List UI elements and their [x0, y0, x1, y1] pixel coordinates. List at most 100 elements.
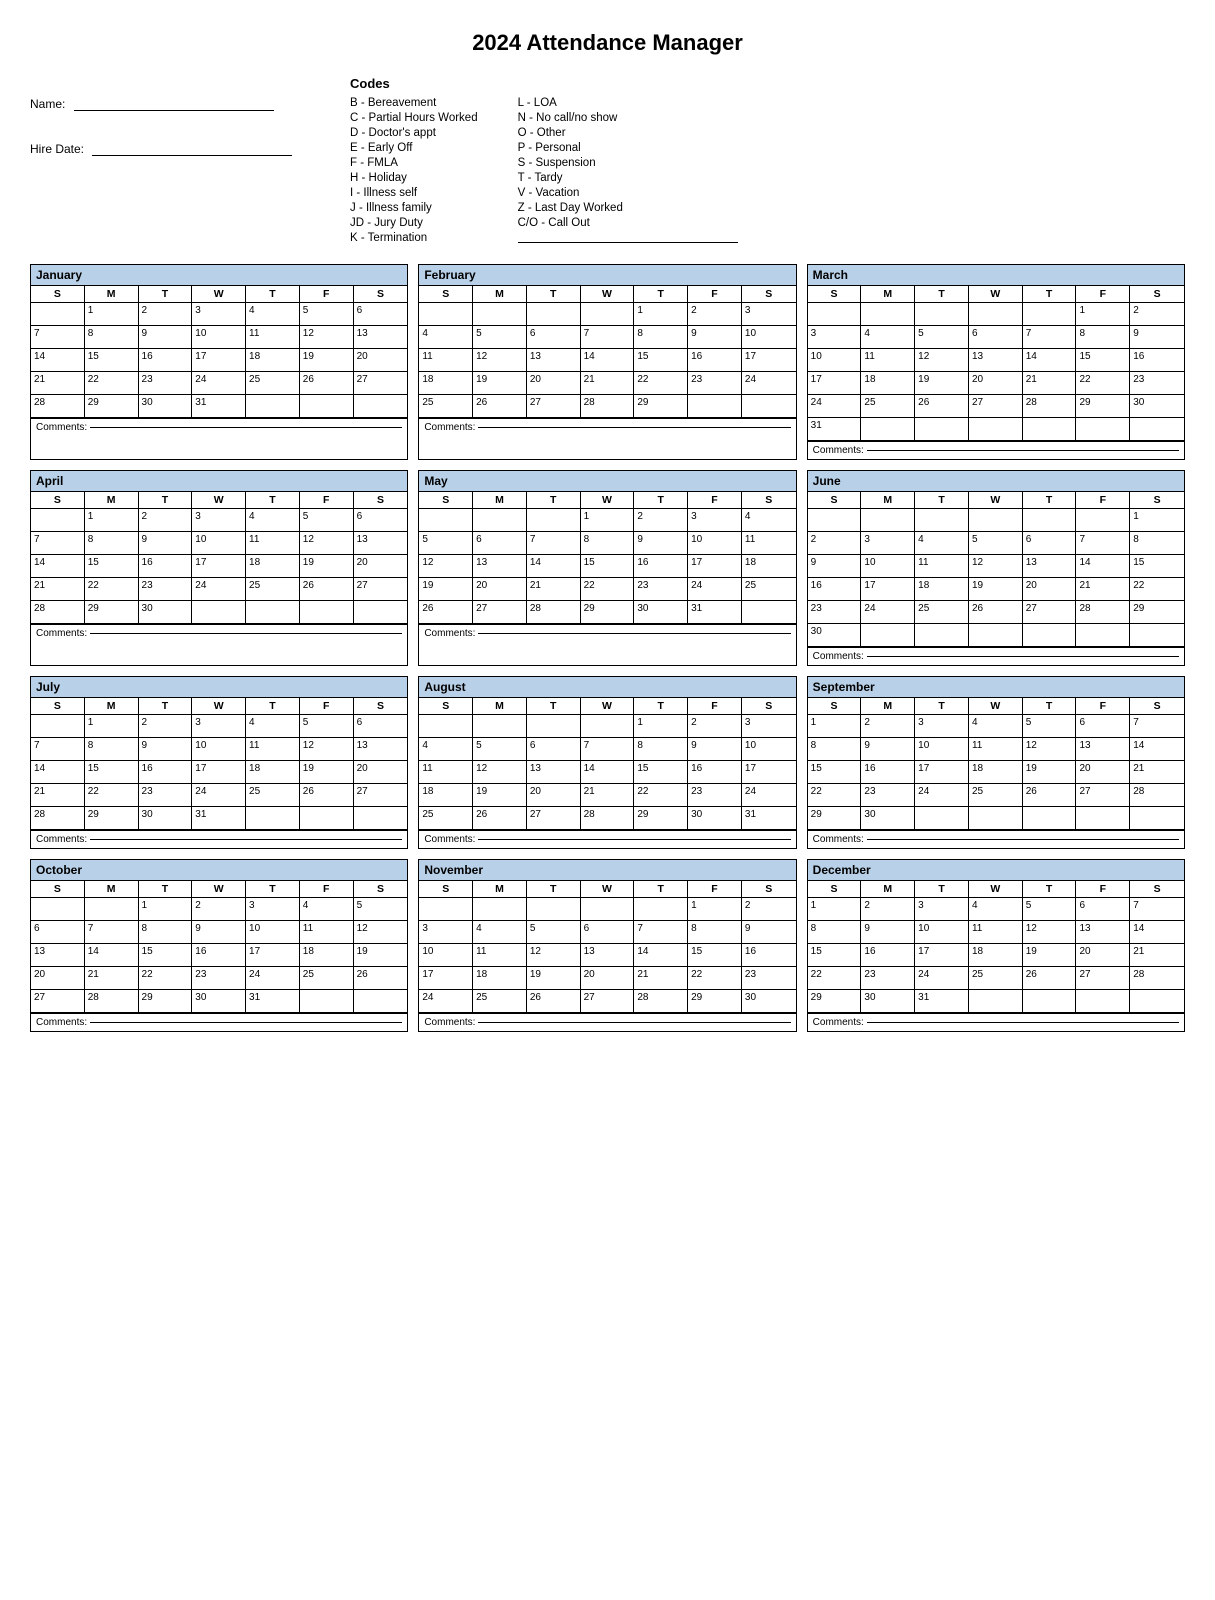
calendar-month-header: April: [31, 471, 407, 492]
comments-label: Comments:: [36, 422, 87, 433]
calendar-week-row: 14151617181920: [31, 555, 407, 578]
calendar-day-cell: 10: [192, 532, 246, 554]
calendar-day-cell: 14: [1130, 921, 1184, 943]
calendar-day-cell: [300, 395, 354, 417]
code-item: O - Other: [518, 127, 738, 139]
calendar-day-cell: 15: [808, 761, 862, 783]
calendar-day-cell: [246, 601, 300, 623]
calendar-day-cell: 29: [808, 990, 862, 1012]
calendar-day-cell: 19: [473, 372, 527, 394]
calendar-day-cell: 29: [85, 395, 139, 417]
calendar-day-cell: 5: [354, 898, 408, 920]
calendar-day-cell: 19: [473, 784, 527, 806]
calendar-day-cell: 18: [419, 784, 473, 806]
calendar-day-cell: 28: [581, 395, 635, 417]
calendar-day-cell: 18: [742, 555, 796, 577]
calendar-day-cell: [915, 624, 969, 646]
calendar-week-row: 78910111213: [31, 532, 407, 555]
calendar-day-cell: 15: [85, 555, 139, 577]
calendar-day-cell: 23: [139, 784, 193, 806]
calendar-day-cell: 24: [915, 784, 969, 806]
calendar-day-cell: 20: [31, 967, 85, 989]
code-item: K - Termination: [350, 232, 478, 244]
calendar-day-cell: 13: [527, 761, 581, 783]
calendar-day-cell: 23: [688, 784, 742, 806]
calendar-day-cell: 19: [300, 761, 354, 783]
calendar-day-cell: 14: [581, 349, 635, 371]
calendar-day-cell: 5: [1023, 898, 1077, 920]
calendar-day-cell: 2: [861, 715, 915, 737]
calendar-day-cell: 4: [969, 898, 1023, 920]
day-header-cell: F: [1076, 286, 1130, 302]
day-header-cell: S: [31, 881, 85, 897]
calendar-day-cell: 27: [31, 990, 85, 1012]
calendar-day-cell: [915, 418, 969, 440]
calendar-day-cell: 14: [527, 555, 581, 577]
comments-line: [867, 450, 1179, 451]
calendar-day-cell: 7: [1130, 715, 1184, 737]
calendar-day-cell: 8: [85, 532, 139, 554]
calendar-day-cell: 10: [861, 555, 915, 577]
calendar-day-cell: 18: [246, 555, 300, 577]
calendar-week-row: 23242526272829: [808, 601, 1184, 624]
comments-label: Comments:: [813, 651, 864, 662]
calendar-day-cell: 22: [634, 372, 688, 394]
day-header-cell: T: [527, 492, 581, 508]
calendar-day-cell: 3: [808, 326, 862, 348]
calendar-day-cell: 13: [354, 326, 408, 348]
calendar-day-cell: 27: [354, 784, 408, 806]
calendar-day-cell: 19: [1023, 761, 1077, 783]
calendar-week-row: 262728293031: [419, 601, 795, 624]
calendar-day-cell: [581, 898, 635, 920]
calendar-week-row: 123456: [31, 715, 407, 738]
calendar-day-cell: 18: [473, 967, 527, 989]
calendar-day-cell: 24: [861, 601, 915, 623]
calendar-day-cell: 3: [915, 898, 969, 920]
calendar-day-cell: 5: [300, 509, 354, 531]
calendar-day-cell: 3: [192, 715, 246, 737]
calendar-day-cell: 21: [527, 578, 581, 600]
day-header-cell: W: [969, 286, 1023, 302]
calendar-day-cell: [915, 807, 969, 829]
calendar-day-cell: 25: [861, 395, 915, 417]
calendar-day-cell: 1: [139, 898, 193, 920]
calendar-day-cell: [419, 303, 473, 325]
calendar-day-cell: [1023, 509, 1077, 531]
calendar-day-cell: 17: [192, 761, 246, 783]
day-header-cell: T: [915, 698, 969, 714]
calendar-week-row: 21222324252627: [31, 578, 407, 601]
calendar-day-cell: 1: [634, 715, 688, 737]
calendar-day-cell: 11: [300, 921, 354, 943]
calendar-day-cell: 9: [139, 326, 193, 348]
calendar-day-cell: 17: [742, 349, 796, 371]
calendar-day-cell: 24: [246, 967, 300, 989]
calendar-day-cell: 2: [634, 509, 688, 531]
day-header-cell: T: [139, 492, 193, 508]
calendar-month-header: December: [808, 860, 1184, 881]
day-header-cell: S: [354, 881, 408, 897]
codes-title: Codes: [350, 76, 1185, 91]
day-header-cell: T: [527, 881, 581, 897]
calendar-day-cell: 7: [85, 921, 139, 943]
calendar-day-cell: 30: [861, 990, 915, 1012]
calendar-day-cell: 7: [31, 326, 85, 348]
calendar-week-row: 2728293031: [31, 990, 407, 1013]
day-header-cell: F: [300, 881, 354, 897]
code-item: V - Vacation: [518, 187, 738, 199]
calendar-day-cell: 21: [31, 784, 85, 806]
calendar-day-cell: 6: [1023, 532, 1077, 554]
day-header-cell: S: [419, 286, 473, 302]
day-header-cell: T: [634, 698, 688, 714]
comments-label: Comments:: [813, 1017, 864, 1028]
calendar-day-cell: 1: [808, 898, 862, 920]
comments-label: Comments:: [813, 834, 864, 845]
calendar-day-cell: 7: [581, 326, 635, 348]
day-header-cell: S: [1130, 698, 1184, 714]
day-header-cell: T: [527, 698, 581, 714]
calendar-day-cell: 30: [139, 395, 193, 417]
calendar-day-cell: 21: [31, 578, 85, 600]
day-header-cell: W: [581, 698, 635, 714]
calendar-day-cell: 23: [742, 967, 796, 989]
calendar-day-cell: 5: [473, 326, 527, 348]
calendar-day-cell: 9: [139, 532, 193, 554]
